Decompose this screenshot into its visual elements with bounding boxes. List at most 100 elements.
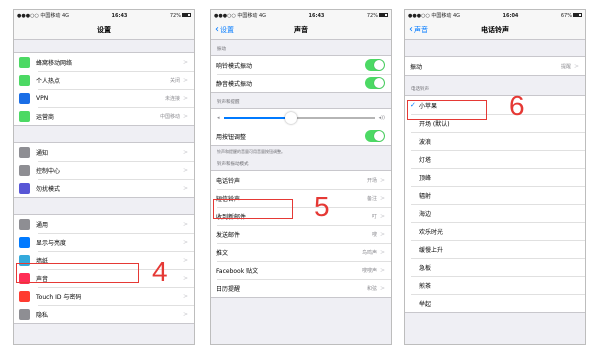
patterns-group: 电话铃声 开场 > 短信铃声 备注 > 收到新邮件叮 > 发送邮件嗖 > 推文 鸟鸣声 > Faceboo… bbox=[211, 170, 391, 298]
settings-row[interactable]: 通知 > bbox=[14, 143, 194, 161]
back-button[interactable]: ‹ 声音 bbox=[409, 25, 428, 35]
vibration-row[interactable]: 振动 提醒 > bbox=[405, 57, 585, 75]
chevron-right-icon: > bbox=[379, 266, 385, 274]
ringtone-row[interactable]: 缓慢上升 bbox=[405, 240, 585, 258]
settings-row[interactable]: VPN 未连接 > bbox=[14, 89, 194, 107]
ringtone-row[interactable]: 辐射 bbox=[405, 186, 585, 204]
vibrate-toggle[interactable] bbox=[365, 59, 385, 71]
row-label: 短信铃声 bbox=[216, 195, 241, 203]
settings-row[interactable]: 个人热点 关闭 > bbox=[14, 71, 194, 89]
row-detail: 中国移动 bbox=[159, 113, 180, 120]
do-not-disturb-icon bbox=[19, 182, 30, 194]
chevron-right-icon: > bbox=[182, 112, 188, 120]
ringtone-label: 辐射 bbox=[419, 192, 432, 200]
ringtone-row[interactable]: 顶峰 bbox=[405, 168, 585, 186]
hotspot-icon bbox=[19, 74, 30, 86]
ringtone-label: 急板 bbox=[419, 264, 432, 272]
back-label: 设置 bbox=[220, 26, 234, 34]
row-label: 静音模式振动 bbox=[216, 80, 253, 88]
nav-bar: ‹ 设置 声音 bbox=[211, 21, 391, 40]
ringtone-row[interactable]: 灯塔 bbox=[405, 150, 585, 168]
pattern-row[interactable]: 发送邮件 嗖 > bbox=[211, 225, 391, 243]
volume-track[interactable] bbox=[223, 112, 375, 124]
ringtone-row[interactable]: 急板 bbox=[405, 258, 585, 276]
ringtone-label: 海边 bbox=[419, 210, 432, 218]
settings-row[interactable]: 运营商 中国移动 > bbox=[14, 107, 194, 125]
back-label: 声音 bbox=[414, 26, 428, 34]
sounds-screen: ●●●○○ 中国移动 4G 16:43 72% ‹ 设置 声音 振动 响铃模式振动… bbox=[210, 9, 392, 345]
section-header-vibrate: 振动 bbox=[217, 47, 226, 52]
row-label: 显示与亮度 bbox=[36, 239, 67, 247]
pattern-row[interactable]: 推文 鸟鸣声 > bbox=[211, 243, 391, 261]
ringtone-label: 欢乐时光 bbox=[419, 228, 444, 236]
row-detail: 开场 bbox=[366, 177, 377, 184]
chevron-right-icon: > bbox=[379, 194, 385, 202]
vibration-label: 振动 bbox=[410, 63, 423, 71]
ringtone-row[interactable]: ✓ 小苹果 bbox=[405, 96, 585, 114]
privacy-icon bbox=[19, 308, 30, 320]
settings-row[interactable]: Touch ID 与密码 > bbox=[14, 287, 194, 305]
ringtone-row[interactable]: 海边 bbox=[405, 204, 585, 222]
settings-row[interactable]: 勿扰模式 > bbox=[14, 179, 194, 197]
row-label: 推文 bbox=[216, 249, 229, 257]
row-detail: 备注 bbox=[366, 195, 377, 202]
volume-fill bbox=[223, 117, 292, 119]
volume-slider[interactable]: ◂ ◂)) bbox=[211, 109, 391, 127]
ringtone-row[interactable]: 开场 (默认) bbox=[405, 114, 585, 132]
vibrate-toggle[interactable] bbox=[365, 77, 385, 89]
back-button[interactable]: ‹ 设置 bbox=[215, 25, 234, 35]
display-icon bbox=[19, 236, 30, 248]
ringtone-row[interactable]: 欢乐时光 bbox=[405, 222, 585, 240]
vpn-icon bbox=[19, 92, 30, 104]
row-label: 响铃模式振动 bbox=[216, 62, 253, 70]
pattern-row[interactable]: 电话铃声 开场 > bbox=[211, 171, 391, 189]
pattern-row[interactable]: Facebook 贴文 嗖嗖声 > bbox=[211, 261, 391, 279]
ringtone-label: 缓慢上升 bbox=[419, 246, 444, 254]
time-label: 16:04 bbox=[502, 12, 519, 19]
settings-row[interactable]: 隐私 > bbox=[14, 305, 194, 323]
battery-indicator: 72% bbox=[367, 13, 388, 19]
chevron-right-icon: > bbox=[182, 310, 188, 318]
pattern-row[interactable]: 短信铃声 备注 > bbox=[211, 189, 391, 207]
row-label: 日历提醒 bbox=[216, 285, 241, 293]
settings-row[interactable]: 显示与亮度 > bbox=[14, 233, 194, 251]
chevron-right-icon: > bbox=[182, 58, 188, 66]
battery-percent: 72% bbox=[169, 12, 181, 19]
pattern-row[interactable]: 日历提醒 和弦 > bbox=[211, 279, 391, 297]
settings-row[interactable]: 控制中心 > bbox=[14, 161, 194, 179]
row-detail: 和弦 bbox=[366, 285, 377, 292]
step-marker-6: 6 bbox=[509, 90, 525, 121]
section-header-ringtones: 电话铃声 bbox=[411, 87, 429, 92]
chevron-right-icon: > bbox=[182, 94, 188, 102]
ringtone-row[interactable]: 煎茶 bbox=[405, 276, 585, 294]
sounds-icon bbox=[19, 272, 30, 284]
ringtone-row[interactable]: 举起 bbox=[405, 294, 585, 312]
change-with-buttons-toggle[interactable] bbox=[365, 130, 385, 142]
chevron-right-icon: > bbox=[182, 292, 188, 300]
status-bar: ●●●○○ 中国移动 4G 16:43 72% bbox=[14, 10, 194, 21]
touchid-icon bbox=[19, 290, 30, 302]
carrier-icon bbox=[19, 110, 30, 122]
vibrate-row: 静音模式振动 bbox=[211, 74, 391, 92]
pattern-row[interactable]: 收到新邮件 叮 > bbox=[211, 207, 391, 225]
status-bar: ●●●○○ 中国移动 4G 16:43 72% bbox=[211, 10, 391, 21]
page-title: 声音 bbox=[294, 26, 308, 34]
ringer-footnote: 铃声和提醒的音量可用音量按钮调整。 bbox=[217, 149, 285, 154]
row-detail: 关闭 bbox=[169, 77, 180, 84]
ringtone-label: 波浪 bbox=[419, 138, 432, 146]
chevron-left-icon: ‹ bbox=[215, 24, 219, 35]
page-title: 电话铃声 bbox=[481, 26, 509, 34]
network-group: 蜂窝移动网络 > 个人热点 关闭 > VPN 未连接 > 运营商 中国移动 > bbox=[14, 52, 194, 126]
volume-knob[interactable] bbox=[285, 112, 298, 124]
settings-screen: ●●●○○ 中国移动 4G 16:43 72% 设置 蜂窝移动网络 > 个人热点 关闭… bbox=[13, 9, 195, 345]
ringtone-label: 举起 bbox=[419, 300, 432, 308]
ringtone-row[interactable]: 波浪 bbox=[405, 132, 585, 150]
chevron-right-icon: > bbox=[182, 76, 188, 84]
time-label: 16:43 bbox=[111, 12, 128, 19]
settings-row[interactable]: 通用 > bbox=[14, 215, 194, 233]
vibrate-group: 响铃模式振动 静音模式振动 bbox=[211, 55, 391, 93]
settings-row[interactable]: 蜂窝移动网络 > bbox=[14, 53, 194, 71]
battery-icon bbox=[378, 13, 388, 17]
page-title: 设置 bbox=[97, 26, 111, 34]
chevron-right-icon: > bbox=[379, 248, 385, 256]
